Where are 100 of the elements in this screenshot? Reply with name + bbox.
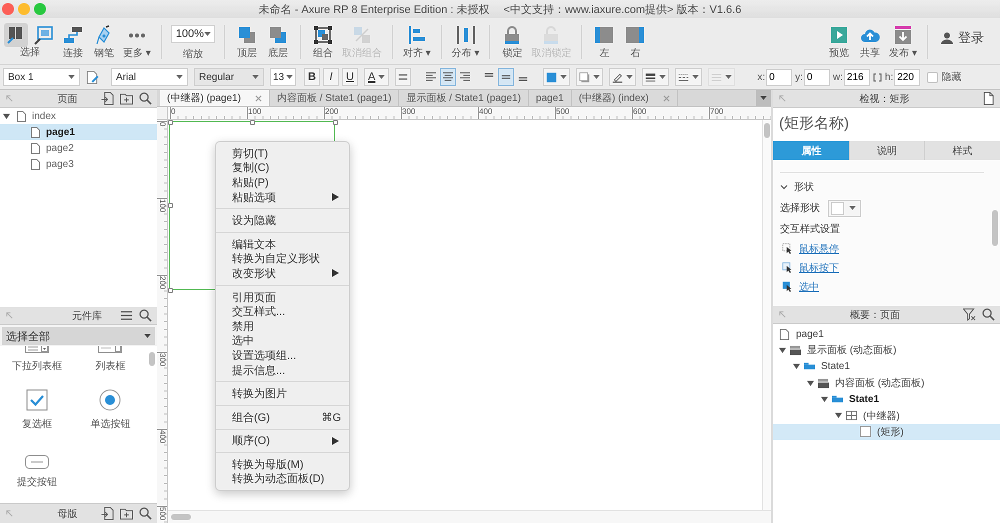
- menu-item[interactable]: 提示信息...: [216, 362, 349, 378]
- outline-item[interactable]: State1: [773, 358, 1000, 375]
- outline-item[interactable]: State1: [773, 391, 1000, 408]
- menu-item[interactable]: 粘贴选项: [216, 190, 349, 204]
- section-header[interactable]: 形状: [780, 177, 814, 197]
- scrollbar-thumb[interactable]: [149, 352, 155, 366]
- add-folder-icon[interactable]: [120, 507, 133, 520]
- bold-button[interactable]: B: [304, 68, 320, 86]
- outline-item[interactable]: 内容面板 (动态面板): [773, 374, 1000, 392]
- line-weight-button[interactable]: [642, 68, 670, 86]
- close-window-icon[interactable]: [2, 3, 14, 15]
- text-align-button[interactable]: [440, 68, 456, 86]
- shadow-button[interactable]: [576, 68, 604, 86]
- list-button[interactable]: [395, 68, 412, 86]
- back-button[interactable]: 底层: [264, 23, 291, 60]
- page-tree-item[interactable]: page3: [0, 156, 157, 172]
- menu-item[interactable]: 转换为图片: [216, 386, 349, 401]
- outline-item[interactable]: page1: [773, 326, 1000, 342]
- right-button[interactable]: 右: [622, 23, 648, 60]
- login-button[interactable]: 登录: [937, 23, 988, 53]
- menu-icon[interactable]: [120, 309, 133, 322]
- interaction-link[interactable]: 选中: [780, 277, 819, 296]
- expand-arrow-icon[interactable]: [835, 412, 842, 420]
- expand-arrow-icon[interactable]: [793, 363, 800, 370]
- group-button[interactable]: 组合: [310, 23, 336, 60]
- vertical-align-button[interactable]: [498, 68, 514, 86]
- interaction-link[interactable]: 鼠标悬停: [780, 239, 839, 258]
- resize-handle[interactable]: [168, 288, 173, 292]
- menu-item[interactable]: 改变形状: [216, 266, 349, 281]
- bracket-icon[interactable]: [872, 72, 882, 82]
- align-button[interactable]: 对齐 ▾: [402, 23, 432, 60]
- page-icon[interactable]: [982, 92, 995, 105]
- menu-item[interactable]: 禁用: [216, 318, 349, 334]
- publish-button[interactable]: 发布 ▾: [888, 23, 918, 60]
- menu-item[interactable]: 设置选项组...: [216, 348, 349, 363]
- menu-item[interactable]: 设为隐藏: [216, 213, 349, 228]
- page-tree-item[interactable]: page1: [0, 124, 157, 140]
- more-button[interactable]: 更多 ▾: [122, 23, 152, 60]
- resize-handle[interactable]: [332, 120, 338, 125]
- expand-arrow-icon[interactable]: [821, 396, 828, 403]
- select-mode-button[interactable]: [32, 23, 56, 47]
- interaction-link[interactable]: 鼠标按下: [780, 258, 839, 277]
- inspector-tab[interactable]: 说明: [848, 141, 924, 160]
- widget-item[interactable]: 复选框: [0, 376, 74, 434]
- font-family-dropdown[interactable]: Arial: [111, 68, 188, 86]
- number-field[interactable]: 0: [766, 68, 792, 86]
- outline-item[interactable]: (中继器): [773, 407, 1000, 424]
- scrollbar-thumb[interactable]: [992, 210, 998, 246]
- menu-item[interactable]: 粘贴(P): [216, 175, 349, 190]
- line-pattern-button[interactable]: [675, 68, 702, 86]
- page-tree-item[interactable]: page2: [0, 140, 157, 156]
- italic-button[interactable]: I: [323, 68, 339, 86]
- name-field[interactable]: (矩形名称): [779, 114, 994, 132]
- widget-item[interactable]: 列表框: [74, 346, 147, 376]
- library-filter-dropdown[interactable]: 选择全部: [2, 327, 155, 345]
- menu-item[interactable]: 组合(G) ⌘G: [216, 410, 349, 424]
- note-edit-icon[interactable]: [86, 70, 99, 84]
- add-page-icon[interactable]: [101, 507, 114, 520]
- menu-item[interactable]: 顺序(O): [216, 434, 349, 448]
- number-field[interactable]: 0: [804, 68, 830, 86]
- outline-item[interactable]: 显示面板 (动态面板): [773, 342, 1000, 359]
- font-color-button[interactable]: A: [364, 68, 390, 86]
- select-mode-button[interactable]: [4, 23, 28, 47]
- expand-arrow-icon[interactable]: [807, 380, 814, 387]
- preview-button[interactable]: 预览: [826, 23, 852, 60]
- fill-button[interactable]: [543, 68, 570, 86]
- pen-button[interactable]: 钢笔: [91, 23, 117, 60]
- inspector-tab[interactable]: 样式: [924, 141, 1000, 160]
- distribute-button[interactable]: 分布 ▾: [450, 23, 480, 60]
- search-icon[interactable]: [139, 92, 152, 105]
- connect-button[interactable]: 连接: [60, 23, 86, 60]
- outline-item[interactable]: (矩形): [773, 424, 1000, 440]
- menu-item[interactable]: 引用页面: [216, 290, 349, 304]
- shape-dropdown[interactable]: [828, 200, 861, 216]
- widget-item[interactable]: 单选按钮: [74, 376, 147, 434]
- underline-button[interactable]: U: [342, 68, 358, 86]
- menu-item[interactable]: 转换为母版(M): [216, 457, 349, 472]
- expand-arrow-icon[interactable]: [779, 346, 786, 354]
- resize-handle[interactable]: [168, 203, 173, 208]
- search-icon[interactable]: [139, 309, 152, 322]
- add-page-icon[interactable]: [101, 92, 114, 105]
- scrollbar-thumb[interactable]: [764, 123, 770, 138]
- menu-item[interactable]: 选中: [216, 334, 349, 348]
- menu-item[interactable]: 交互样式...: [216, 304, 349, 319]
- widget-item[interactable]: 下拉列表框: [0, 346, 74, 376]
- font-style-dropdown[interactable]: Regular: [194, 68, 264, 86]
- hidden-checkbox[interactable]: [927, 72, 938, 82]
- search-icon[interactable]: [982, 308, 995, 321]
- number-field[interactable]: 216: [844, 68, 870, 86]
- resize-handle[interactable]: [250, 120, 254, 125]
- filter-icon[interactable]: [963, 308, 976, 321]
- font-size-dropdown[interactable]: 13: [270, 68, 296, 86]
- close-icon[interactable]: [254, 94, 262, 102]
- canvas-tab[interactable]: (中继器) (page1): [160, 90, 270, 106]
- object-name-field[interactable]: Box 1: [3, 68, 80, 86]
- search-icon[interactable]: [139, 507, 152, 520]
- number-field[interactable]: 220: [894, 68, 920, 86]
- widget-item[interactable]: 提交按钮: [0, 434, 74, 492]
- scrollbar-thumb[interactable]: [171, 514, 191, 520]
- resize-handle[interactable]: [168, 120, 173, 125]
